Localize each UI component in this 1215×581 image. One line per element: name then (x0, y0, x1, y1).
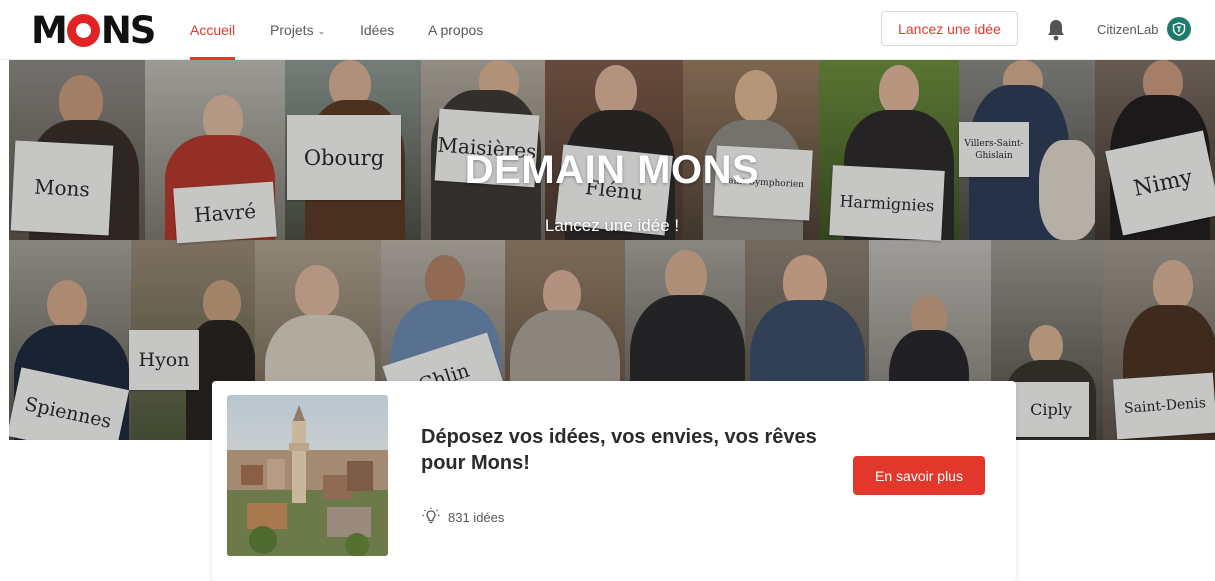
chevron-down-icon: ⌄ (317, 26, 326, 36)
logo-letters-ns: NS (100, 8, 157, 52)
nav-item-accueil[interactable]: Accueil (190, 0, 236, 60)
hero-title: DEMAIN MONS (464, 148, 760, 192)
nav-item-projets[interactable]: Projets ⌄ (270, 0, 325, 60)
nav-item-idees[interactable]: Idées (360, 0, 394, 60)
project-title[interactable]: Déposez vos idées, vos envies, vos rêves… (421, 424, 841, 476)
logo-letter-m: M (31, 8, 68, 52)
nav-item-a-propos[interactable]: A propos (428, 0, 483, 60)
logo-o-mark-icon (66, 13, 100, 47)
nav-item-projets-label: Projets (270, 22, 314, 38)
project-idea-count: 831 idées (421, 506, 504, 528)
top-navbar: M NS Accueil Projets ⌄ Idées A propos Lan… (0, 0, 1215, 60)
lightbulb-icon (421, 506, 441, 529)
project-idea-count-label: 831 idées (448, 509, 505, 525)
project-card[interactable]: Déposez vos idées, vos envies, vos rêves… (212, 381, 1016, 581)
mons-logo[interactable]: M NS (31, 8, 157, 52)
project-image[interactable] (227, 395, 388, 556)
shield-icon (1172, 22, 1186, 36)
user-avatar[interactable] (1167, 17, 1191, 41)
bell-icon[interactable] (1045, 18, 1067, 42)
learn-more-button[interactable]: En savoir plus (853, 456, 985, 495)
user-name[interactable]: CitizenLab (1097, 0, 1158, 60)
post-idea-button[interactable]: Lancez une idée (881, 11, 1018, 46)
hero-subtitle: Lancez une idée ! (544, 216, 680, 235)
